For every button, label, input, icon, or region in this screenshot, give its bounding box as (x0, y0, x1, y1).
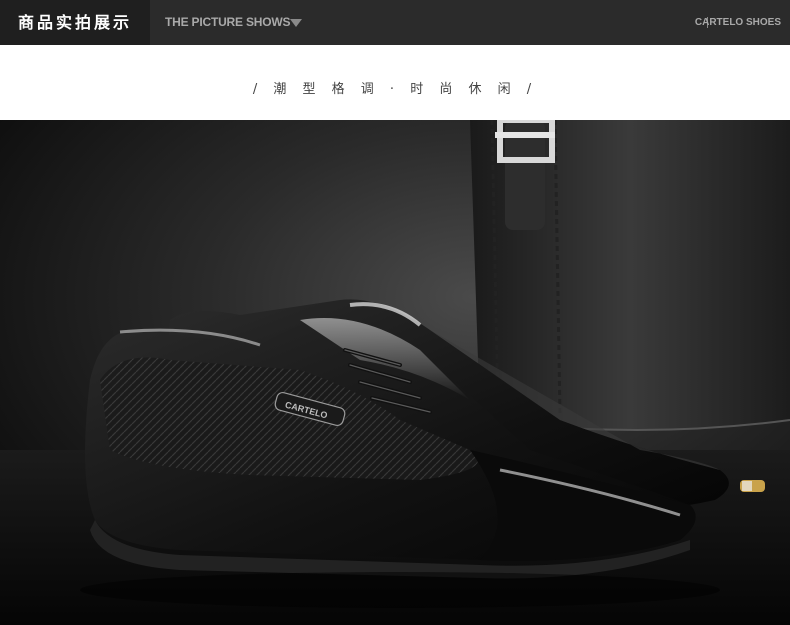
brand-name: CARTELO SHOES (694, 17, 781, 28)
section-subtitle: THE PICTURE SHOWS (165, 15, 291, 29)
product-photo: CARTELO (0, 120, 790, 625)
chevron-down-icon[interactable] (290, 19, 302, 27)
tagline: / 潮 型 格 调 · 时 尚 休 闲 / (252, 82, 538, 97)
header-bar: 商品实拍展示 THE PICTURE SHOWS CARTELO SHOES (0, 0, 790, 45)
section-title: 商品实拍展示 (0, 0, 150, 45)
